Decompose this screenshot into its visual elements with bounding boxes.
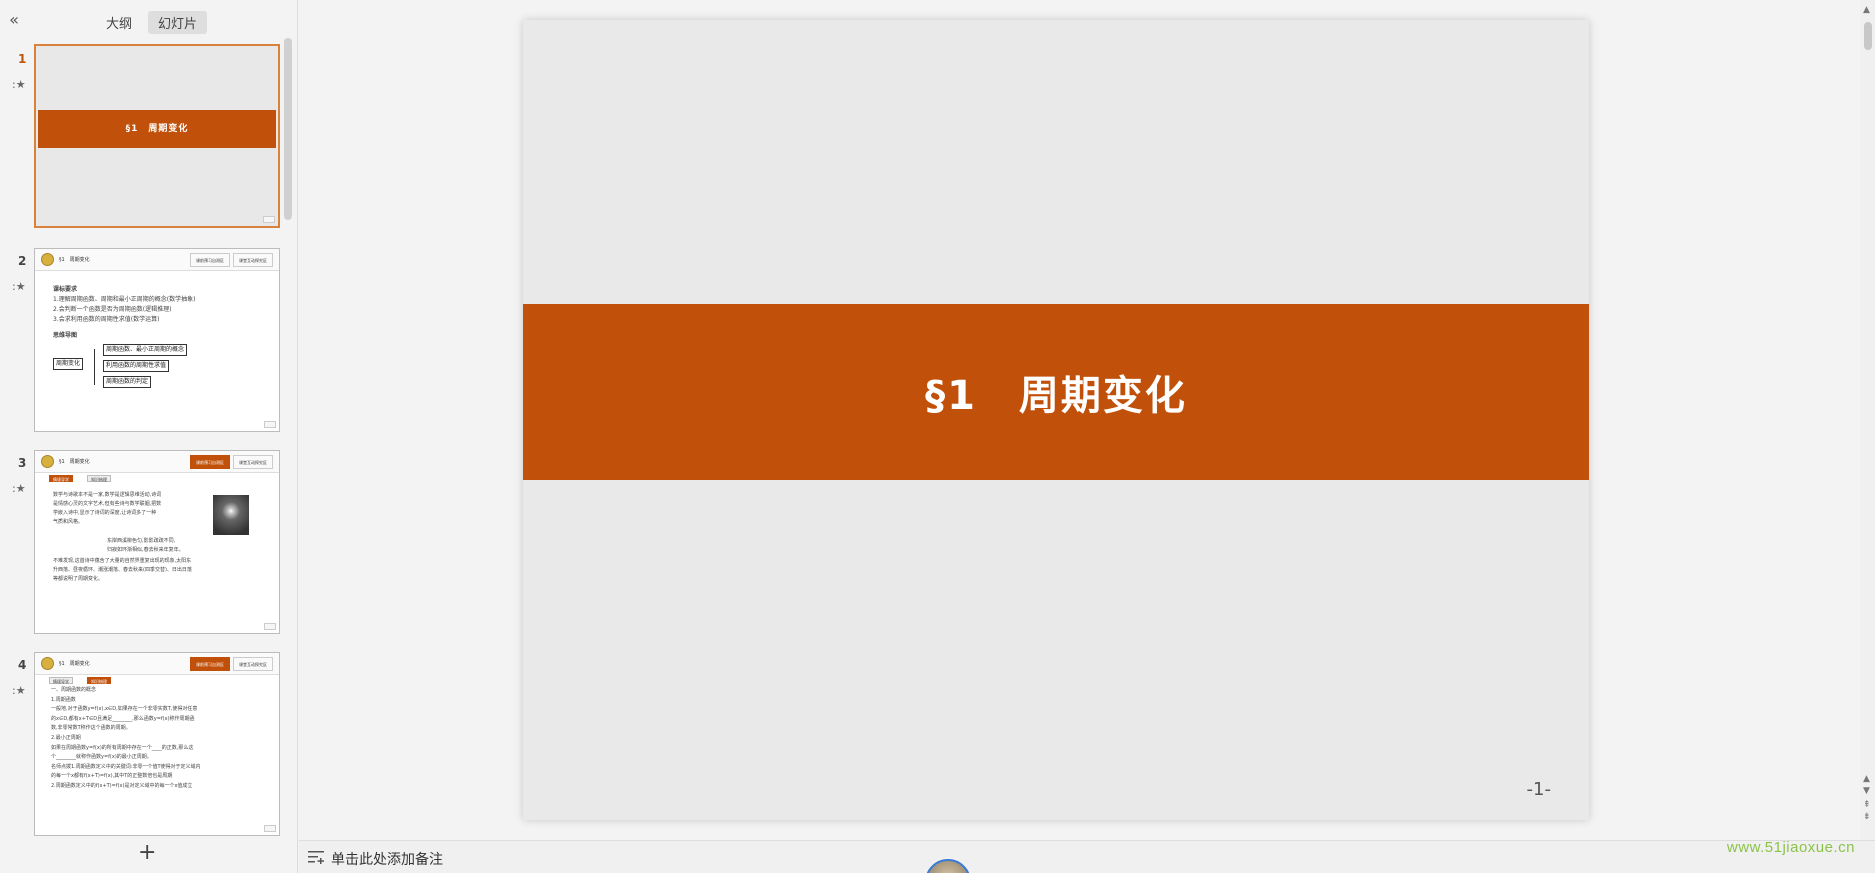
thumbnail-mini-icon (264, 825, 276, 832)
current-slide[interactable]: §1 周期变化 -1- (523, 20, 1589, 820)
thumbnail-header-tab: 课堂互动探究区 (233, 455, 273, 469)
slide-title[interactable]: §1 周期变化 (925, 363, 1187, 421)
page-down-icon[interactable]: ⇟ (1863, 813, 1871, 822)
mind-map-connector (94, 349, 95, 385)
school-logo-icon (41, 657, 54, 670)
thumbnail-text: 不难发现,这首诗中蕴含了大量的自然界重复出现的现象,太阳东 升西落、昼夜循环、潮… (53, 558, 192, 582)
thumbnail-scrollbar[interactable] (284, 38, 292, 220)
thumbnail-text: 一、周期函数的概念 1.周期函数 一般地,对于函数y=f(x),x∈D,如果存在… (51, 687, 201, 789)
thumbnail-header-tab: 课堂互动探究区 (233, 253, 273, 267)
avatar[interactable] (925, 859, 971, 873)
slide-thumbnail-3[interactable]: §1 周期变化 课前预习自测区 课堂互动探究区 情境导学 知识梳理 数学与诗歌本… (34, 450, 280, 634)
scroll-up-icon[interactable]: ▲ (1863, 6, 1870, 15)
notes-bar[interactable]: 单击此处添加备注 (299, 840, 1875, 873)
plus-icon[interactable]: + (138, 842, 156, 864)
thumbnail-sub-tab: 知识梳理 (87, 677, 111, 684)
thumbnail-mini-icon (263, 216, 275, 223)
double-chevron-left-icon[interactable]: « (4, 10, 24, 30)
thumbnail-header-tab: 课前预习自测区 (190, 253, 230, 267)
slide-thumbnail-2[interactable]: §1 周期变化 课前预习自测区 课堂互动探究区 课标要求 1.理解周期函数、周期… (34, 248, 280, 432)
thumbnail-sub-tab: 情境导学 (49, 475, 73, 482)
thumbnail-header-tab: 课前预习自测区 (190, 455, 230, 469)
tab-slides[interactable]: 幻灯片 (148, 11, 208, 34)
mind-map-node: 周期函数、最小正周期的概念 (103, 344, 188, 356)
slide-number: 1 (18, 52, 27, 66)
animation-star-icon: :★ (12, 482, 26, 495)
presentation-app: « 大纲 幻灯片 1 :★ §1 周期变化 2 :★ §1 周期变化 课前预习自… (0, 0, 1875, 873)
thumbnail-header-title: §1 周期变化 (59, 459, 90, 465)
thumbnail-text: 东岸西溪柳色匀,影影疏疏不同, 归寂如环渐相似,春去秋来年复年。 (107, 538, 184, 553)
thumbnail-header: §1 周期变化 课前预习自测区 课堂互动探究区 (35, 653, 279, 675)
slide-editor: §1 周期变化 -1- (299, 0, 1860, 840)
thumbnail-mini-icon (264, 623, 276, 630)
animation-star-icon: :★ (12, 684, 26, 697)
watermark: www.51jiaoxue.cn (1726, 839, 1855, 856)
notes-list-icon (308, 851, 324, 864)
page-number: -1- (1526, 779, 1551, 800)
thumbnail-header-title: §1 周期变化 (59, 661, 90, 667)
animation-star-icon: :★ (12, 280, 26, 293)
thumbnail-header: §1 周期变化 课前预习自测区 课堂互动探究区 (35, 451, 279, 473)
thumbnail-text: 3.会求利用函数的周期性求值(数学运算) (53, 316, 160, 323)
page-up-icon[interactable]: ⇞ (1863, 801, 1871, 810)
thumbnail-sub-tab: 情境导学 (49, 677, 73, 684)
sunset-image (213, 495, 249, 535)
view-tabs: 大纲 幻灯片 (96, 11, 208, 34)
slide-number: 2 (18, 254, 27, 268)
slide-thumbnail-1[interactable]: §1 周期变化 (34, 44, 280, 228)
thumbnail-header-tab: 课前预习自测区 (190, 657, 230, 671)
slide-number: 3 (18, 456, 27, 470)
thumbnail-text: 思维导图 (53, 332, 78, 339)
thumbnail-text: 课标要求 (53, 286, 78, 293)
tab-outline[interactable]: 大纲 (96, 11, 142, 34)
slide-number: 4 (18, 658, 27, 672)
slide-thumbnail-panel: « 大纲 幻灯片 1 :★ §1 周期变化 2 :★ §1 周期变化 课前预习自… (0, 0, 298, 873)
mind-map-node: 周期函数的判定 (103, 376, 152, 388)
animation-star-icon: :★ (12, 78, 26, 91)
scroll-down-icon[interactable]: ▼ (1863, 787, 1870, 796)
thumbnail-sub-tab: 知识梳理 (87, 475, 111, 482)
thumbnail-mini-icon (264, 421, 276, 428)
thumbnail-header-title: §1 周期变化 (59, 257, 90, 263)
editor-scrollbar[interactable]: ▲ ▲ ▼ ⇞ ⇟ (1860, 0, 1875, 840)
mind-map-root: 周期变化 (53, 358, 84, 370)
thumbnail-header: §1 周期变化 课前预习自测区 课堂互动探究区 (35, 249, 279, 271)
thumbnail-text: 数学与诗歌本不是一家,数学是逻辑思维活动,诗词 是情感心灵的文字艺术,但有些诗与… (53, 492, 162, 525)
thumbnail-text: 2.会判断一个函数是否为周期函数(逻辑推理) (53, 306, 172, 313)
slide-thumbnail-4[interactable]: §1 周期变化 课前预习自测区 课堂互动探究区 情境导学 知识梳理 一、周期函数… (34, 652, 280, 836)
thumbnail-title-band: §1 周期变化 (38, 110, 276, 148)
title-band: §1 周期变化 (523, 304, 1589, 480)
school-logo-icon (41, 455, 54, 468)
mind-map-node: 利用函数的周期性求值 (103, 360, 170, 372)
notes-placeholder[interactable]: 单击此处添加备注 (331, 849, 443, 869)
scrollbar-thumb[interactable] (1864, 22, 1872, 50)
school-logo-icon (41, 253, 54, 266)
scroll-up-icon[interactable]: ▲ (1863, 775, 1870, 784)
thumbnail-text: 1.理解周期函数、周期和最小正周期的概念(数学抽象) (53, 296, 196, 303)
thumbnail-header-tab: 课堂互动探究区 (233, 657, 273, 671)
